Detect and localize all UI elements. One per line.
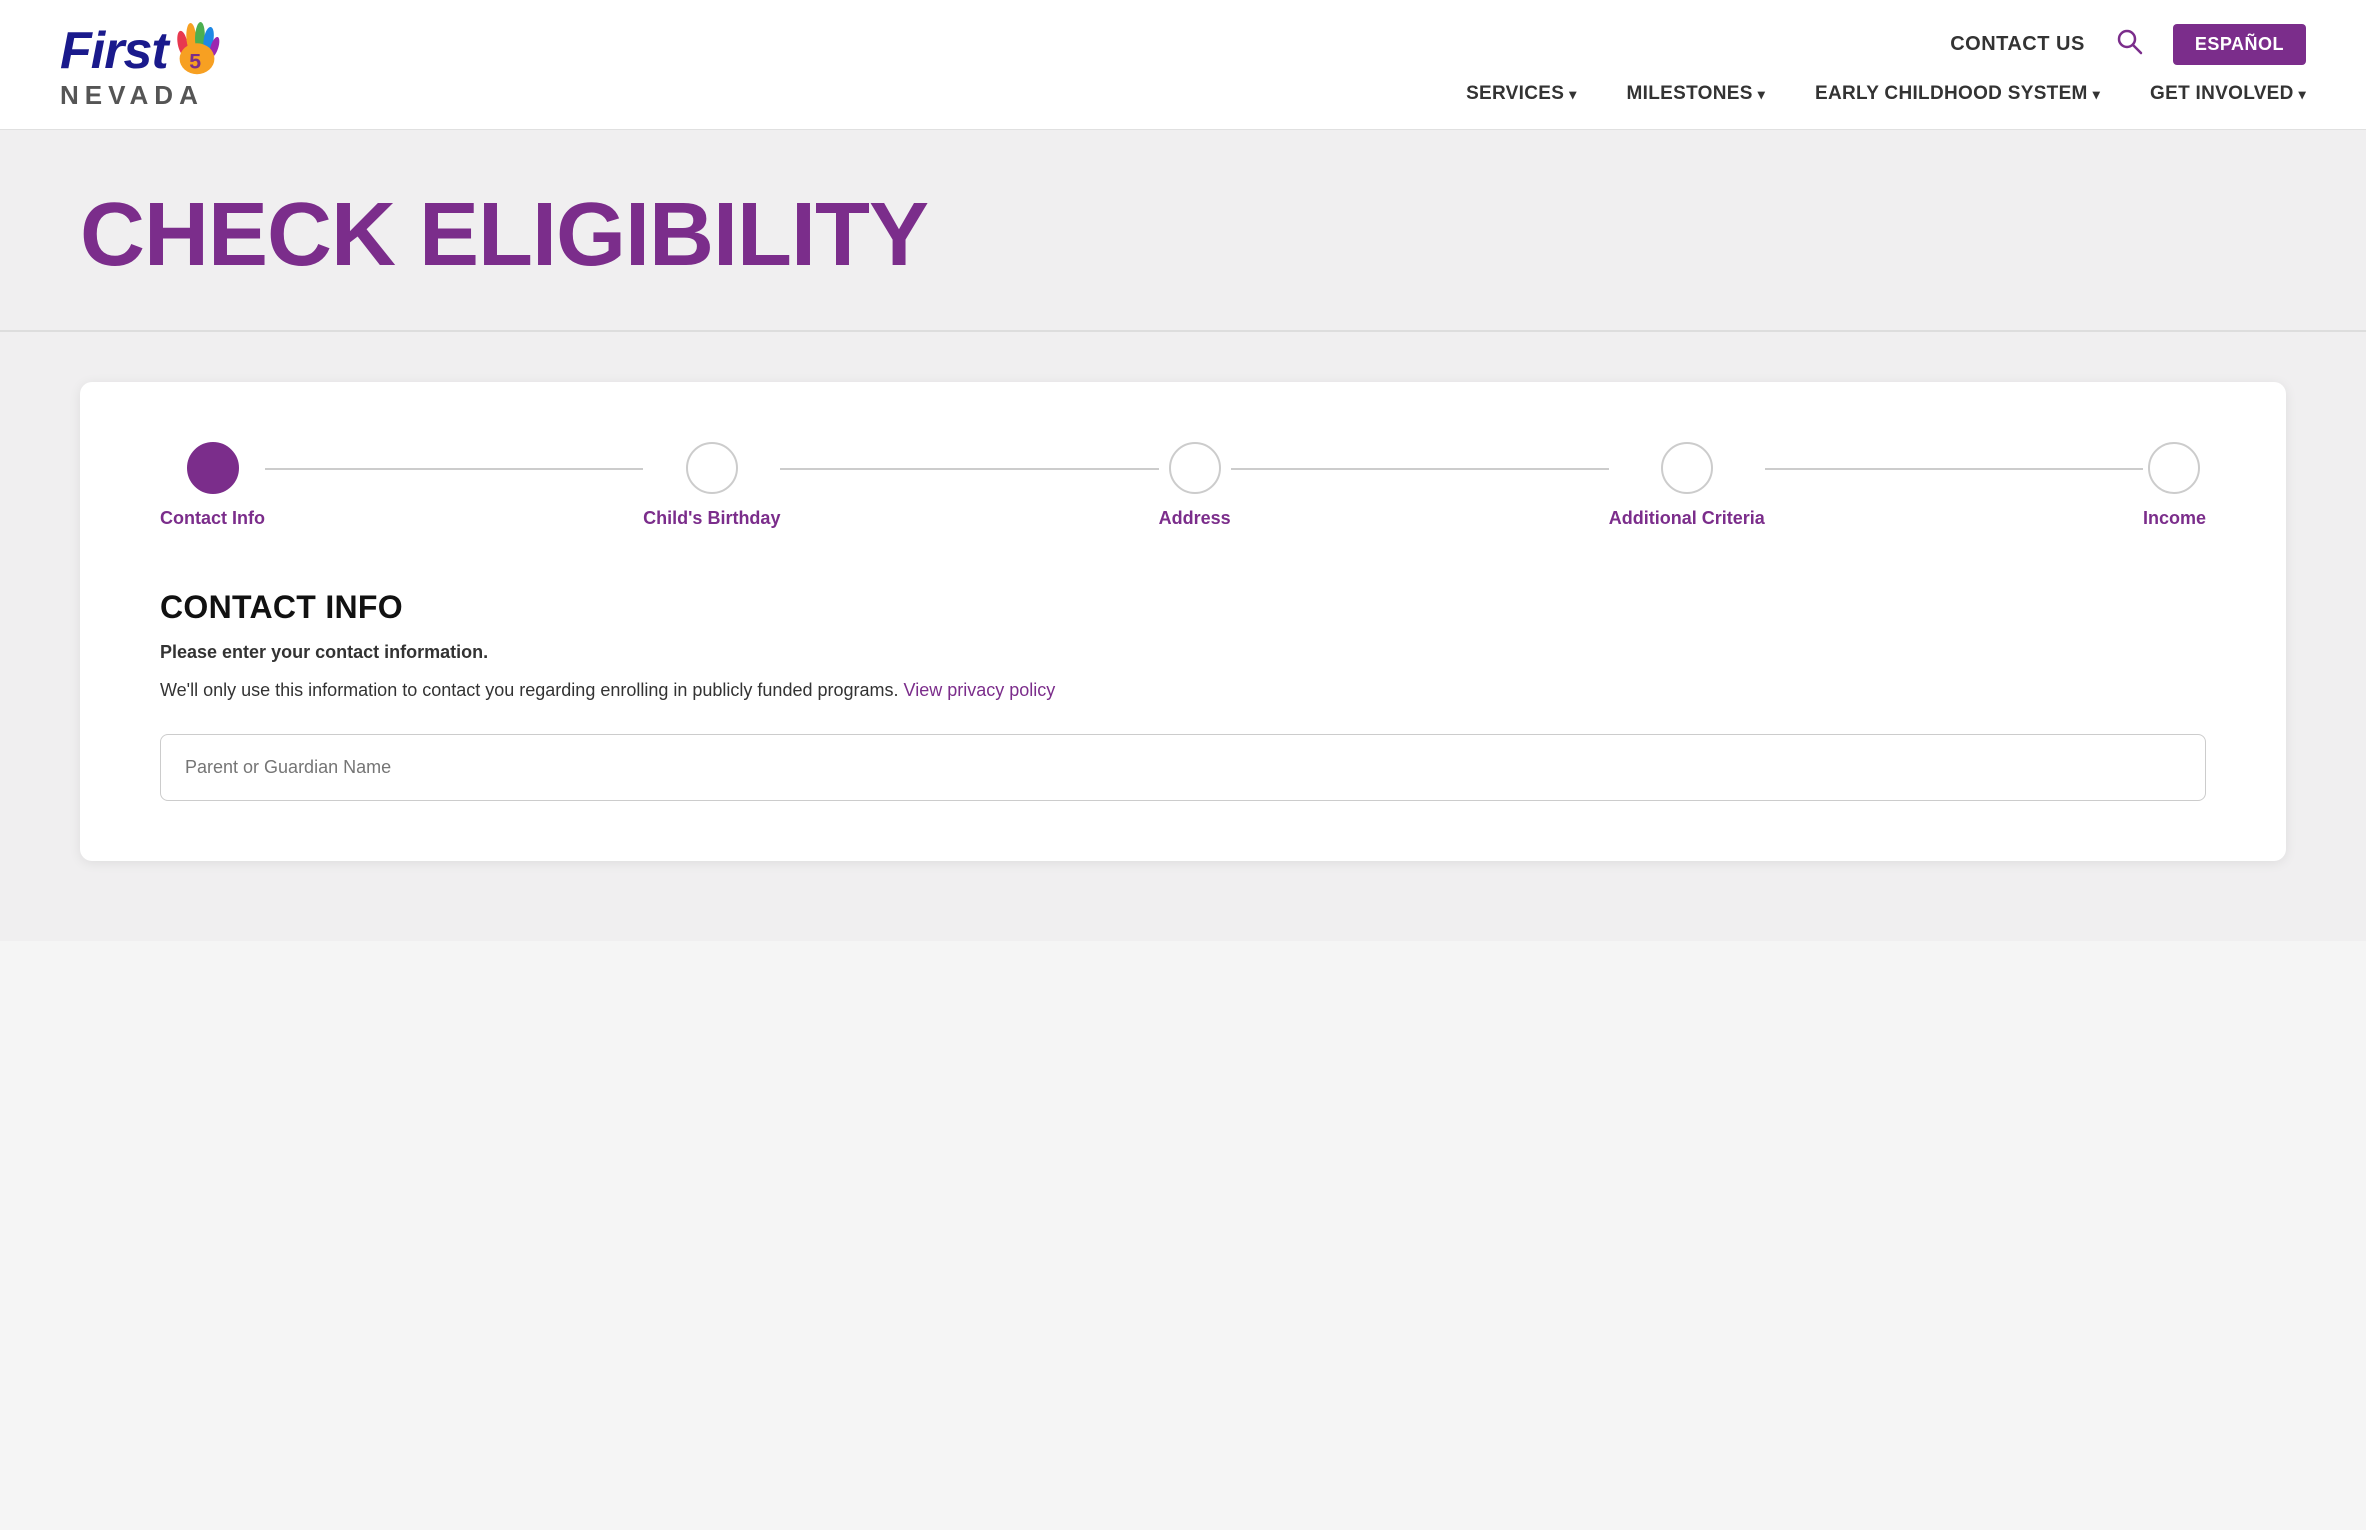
step-label-5: Income bbox=[2143, 508, 2206, 529]
step-income[interactable]: Income bbox=[2143, 442, 2206, 529]
main-content: Contact Info Child's Birthday Address Ad… bbox=[0, 332, 2366, 941]
step-connector-4 bbox=[1765, 468, 2143, 470]
contact-us-link[interactable]: CONTACT US bbox=[1950, 33, 2085, 56]
chevron-down-icon: ▾ bbox=[2093, 86, 2100, 103]
step-circle-2 bbox=[686, 442, 738, 494]
chevron-down-icon: ▾ bbox=[1569, 86, 1576, 103]
search-button[interactable] bbox=[2115, 27, 2143, 62]
step-connector-2 bbox=[780, 468, 1158, 470]
logo[interactable]: First 5 NEVADA bbox=[60, 22, 226, 108]
step-connector-1 bbox=[265, 468, 643, 470]
main-nav: SERVICES ▾ MILESTONES ▾ EARLY CHILDHOOD … bbox=[1466, 83, 2306, 105]
step-contact-info[interactable]: Contact Info bbox=[160, 442, 265, 529]
form-section-title: CONTACT INFO bbox=[160, 589, 2206, 626]
logo-hand-icon: 5 bbox=[168, 22, 226, 80]
logo-nevada-text: NEVADA bbox=[60, 82, 226, 108]
step-additional-criteria[interactable]: Additional Criteria bbox=[1609, 442, 1765, 529]
privacy-policy-link[interactable]: View privacy policy bbox=[904, 680, 1056, 700]
nav-item-services[interactable]: SERVICES ▾ bbox=[1466, 83, 1576, 105]
nav-item-milestones[interactable]: MILESTONES ▾ bbox=[1627, 83, 1766, 105]
step-label-4: Additional Criteria bbox=[1609, 508, 1765, 529]
step-label-2: Child's Birthday bbox=[643, 508, 780, 529]
step-label-3: Address bbox=[1159, 508, 1231, 529]
step-address[interactable]: Address bbox=[1159, 442, 1231, 529]
search-icon bbox=[2115, 27, 2143, 55]
nav-item-early-childhood[interactable]: EARLY CHILDHOOD SYSTEM ▾ bbox=[1815, 83, 2100, 105]
step-circle-3 bbox=[1169, 442, 1221, 494]
step-label-1: Contact Info bbox=[160, 508, 265, 529]
page-title: CHECK ELIGIBILITY bbox=[80, 190, 2286, 280]
nav-right: CONTACT US ESPAÑOL SERVICES ▾ MILESTONES… bbox=[1466, 24, 2306, 105]
form-description: We'll only use this information to conta… bbox=[160, 677, 2206, 704]
site-header: First 5 NEVADA CONTACT US bbox=[0, 0, 2366, 130]
step-circle-5 bbox=[2148, 442, 2200, 494]
parent-guardian-name-input[interactable] bbox=[160, 734, 2206, 801]
hero-section: CHECK ELIGIBILITY bbox=[0, 130, 2366, 332]
nav-item-get-involved[interactable]: GET INVOLVED ▾ bbox=[2150, 83, 2306, 105]
form-subtitle: Please enter your contact information. bbox=[160, 642, 2206, 663]
step-circle-4 bbox=[1661, 442, 1713, 494]
step-circle-1 bbox=[187, 442, 239, 494]
espanol-button[interactable]: ESPAÑOL bbox=[2173, 24, 2306, 65]
top-links: CONTACT US ESPAÑOL bbox=[1950, 24, 2306, 65]
step-childs-birthday[interactable]: Child's Birthday bbox=[643, 442, 780, 529]
form-card: Contact Info Child's Birthday Address Ad… bbox=[80, 382, 2286, 861]
stepper: Contact Info Child's Birthday Address Ad… bbox=[160, 442, 2206, 529]
svg-text:5: 5 bbox=[189, 49, 201, 73]
step-connector-3 bbox=[1231, 468, 1609, 470]
form-section: CONTACT INFO Please enter your contact i… bbox=[160, 589, 2206, 801]
logo-first-text: First bbox=[60, 25, 168, 77]
chevron-down-icon: ▾ bbox=[1758, 86, 1765, 103]
chevron-down-icon: ▾ bbox=[2299, 86, 2306, 103]
